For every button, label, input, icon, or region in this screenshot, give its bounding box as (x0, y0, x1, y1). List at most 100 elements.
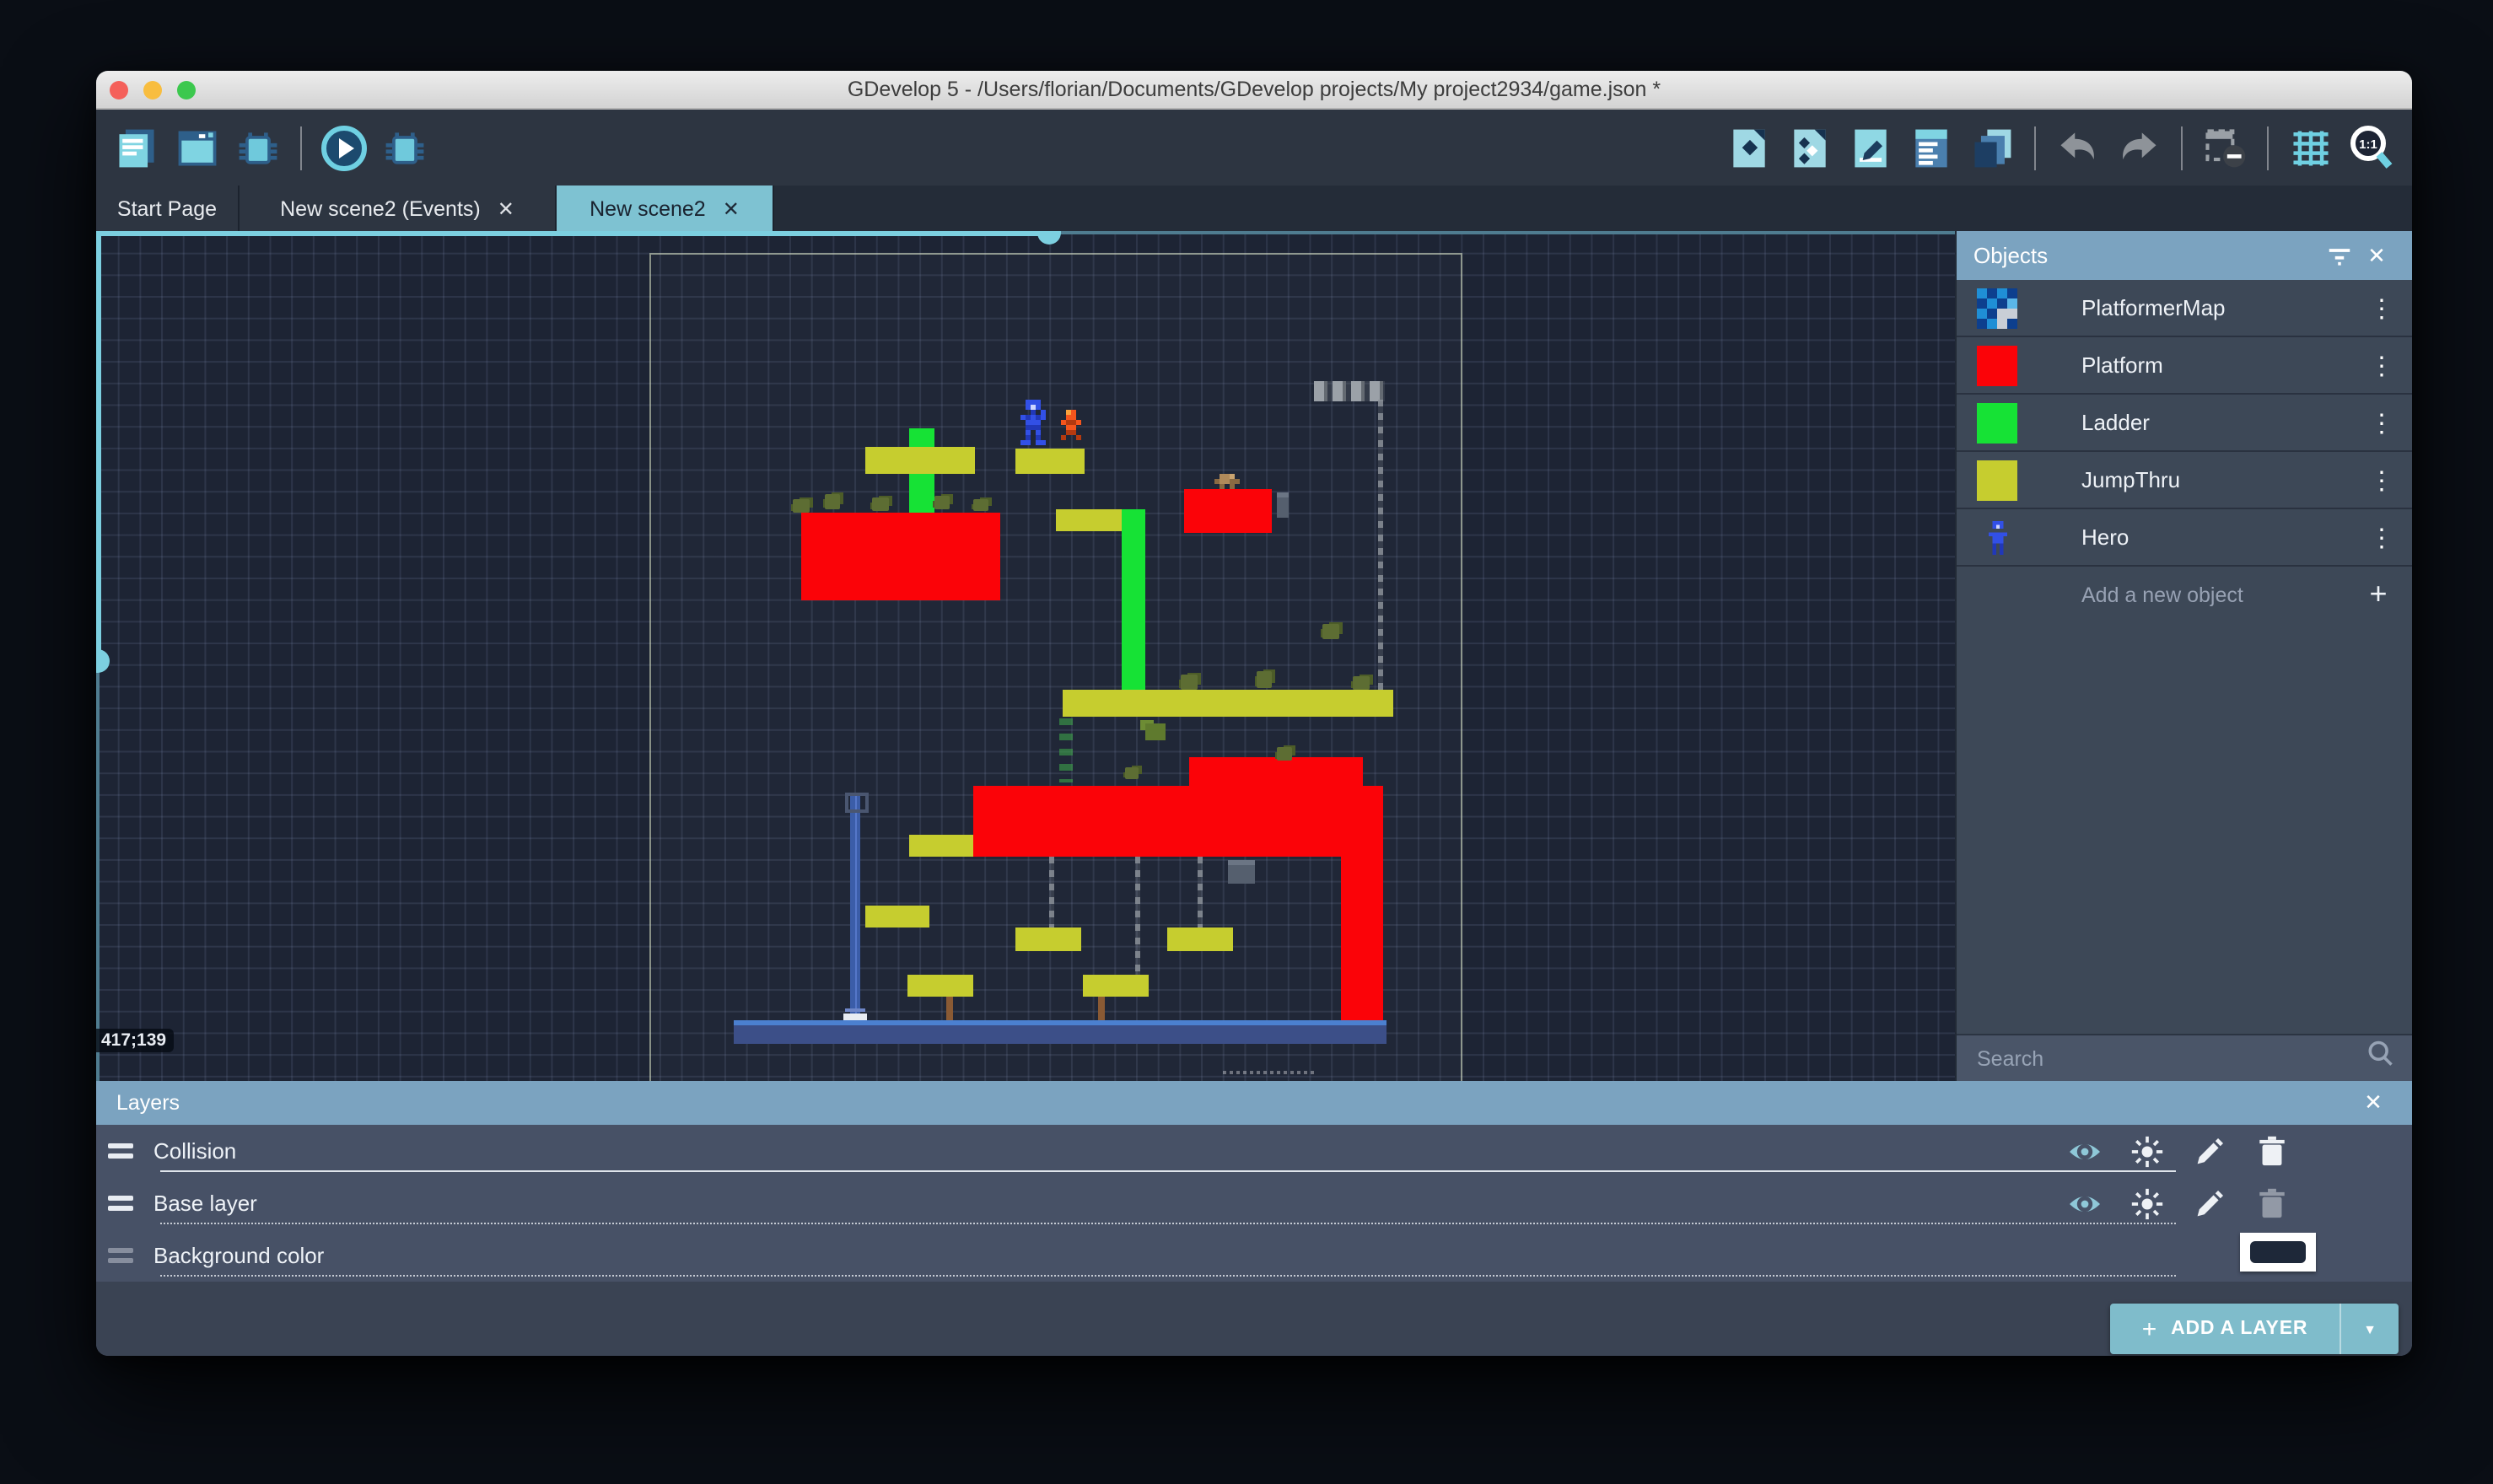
level-red[interactable] (1341, 857, 1383, 1020)
level-jt[interactable] (1083, 975, 1149, 997)
level-hero[interactable] (1020, 400, 1047, 445)
add-new-object-button[interactable]: Add a new object + (1957, 567, 2412, 622)
level-jt[interactable] (1015, 928, 1081, 951)
level-jt[interactable] (1063, 690, 1393, 717)
selection-resize-handle-top[interactable] (1037, 231, 1061, 245)
layer-row-background-color[interactable]: Background color (96, 1229, 2412, 1282)
level-grass[interactable] (872, 497, 889, 511)
background-color-swatch[interactable] (2240, 1233, 2316, 1272)
tab-start-page[interactable]: Start Page (96, 186, 240, 231)
level-graypx[interactable] (1228, 860, 1255, 884)
level-grass[interactable] (1353, 676, 1370, 690)
add-a-layer-button[interactable]: + ADD A LAYER ▼ (2110, 1304, 2399, 1354)
object-groups-icon[interactable] (1785, 122, 1835, 173)
level-post[interactable] (1098, 997, 1105, 1020)
level-grass[interactable] (973, 499, 988, 511)
level-jt[interactable] (1056, 509, 1122, 531)
effects-icon[interactable] (2129, 1185, 2166, 1222)
play-icon[interactable] (319, 122, 369, 173)
level-chainv[interactable] (1198, 857, 1203, 928)
scene-editor-icon[interactable] (172, 122, 223, 173)
level-chainv[interactable] (1135, 857, 1140, 975)
level-grass[interactable] (1257, 671, 1272, 688)
visibility-eye-icon[interactable] (2066, 1132, 2103, 1169)
level-red[interactable] (973, 786, 1383, 857)
close-icon[interactable]: ✕ (723, 198, 740, 218)
level-chainv[interactable] (1049, 857, 1054, 928)
scene-canvas[interactable]: 417;139 (96, 231, 1955, 1081)
kebab-menu-icon[interactable]: ⋮ (2365, 407, 2399, 438)
level-red[interactable] (1184, 489, 1272, 533)
level-grass[interactable] (825, 494, 840, 509)
level-red[interactable] (801, 513, 1000, 600)
level-chainv[interactable] (1378, 400, 1383, 690)
undo-icon[interactable] (2053, 122, 2103, 173)
toolbar-separator (2181, 126, 2183, 169)
level-grass[interactable] (1181, 675, 1198, 690)
debug-play-icon[interactable] (380, 122, 430, 173)
properties-icon[interactable] (1845, 122, 1896, 173)
edit-pencil-icon[interactable] (2191, 1132, 2228, 1169)
level-greentrail[interactable] (1059, 718, 1073, 782)
level-jt[interactable] (909, 835, 973, 857)
level-grass[interactable] (793, 499, 810, 513)
delete-trash-icon[interactable] (2253, 1132, 2291, 1169)
layer-row-collision[interactable]: Collision (96, 1125, 2412, 1177)
object-row-platformermap[interactable]: PlatformerMap ⋮ (1957, 280, 2412, 337)
grid-icon[interactable] (2286, 122, 2336, 173)
drag-handle-icon[interactable] (108, 1143, 133, 1159)
level-red[interactable] (1189, 757, 1363, 786)
level-jt[interactable] (1167, 928, 1233, 951)
level-ladder[interactable] (1122, 509, 1145, 691)
level-grass[interactable] (1277, 747, 1292, 761)
level-enemy[interactable] (1061, 410, 1083, 440)
close-icon[interactable]: ✕ (2358, 242, 2395, 269)
effects-icon[interactable] (2129, 1132, 2166, 1169)
add-object-icon[interactable] (1724, 122, 1774, 173)
level-chainh[interactable] (1314, 381, 1385, 401)
project-manager-icon[interactable] (111, 122, 162, 173)
close-icon[interactable]: ✕ (2355, 1089, 2392, 1116)
kebab-menu-icon[interactable]: ⋮ (2365, 522, 2399, 552)
kebab-menu-icon[interactable]: ⋮ (2365, 293, 2399, 323)
filter-icon[interactable] (2321, 244, 2358, 267)
zoom-1-1-icon[interactable]: 1:1 (2346, 122, 2397, 173)
tab-new-scene2-events[interactable]: New scene2 (Events) ✕ (240, 186, 557, 231)
level-jt[interactable] (865, 906, 929, 928)
redo-icon[interactable] (2113, 122, 2164, 173)
instances-list-icon[interactable] (1906, 122, 1957, 173)
level-floor[interactable] (734, 1020, 1386, 1044)
layer-name: Background color (153, 1243, 324, 1268)
level-jt[interactable] (907, 975, 973, 997)
tab-new-scene2[interactable]: New scene2 ✕ (557, 186, 774, 231)
mask-icon[interactable] (2200, 122, 2250, 173)
level-pole[interactable] (845, 796, 865, 1020)
drag-handle-icon[interactable] (108, 1196, 133, 1211)
edit-pencil-icon[interactable] (2191, 1185, 2228, 1222)
visibility-eye-icon[interactable] (2066, 1185, 2103, 1222)
kebab-menu-icon[interactable]: ⋮ (2365, 350, 2399, 380)
level-grass[interactable] (1125, 767, 1139, 779)
selection-resize-handle-left[interactable] (96, 649, 110, 673)
search-input[interactable] (1973, 1045, 2365, 1072)
close-icon[interactable]: ✕ (498, 198, 514, 218)
canvas-scrollbar[interactable] (1223, 1071, 1317, 1074)
level-grass[interactable] (934, 496, 950, 509)
object-row-platform[interactable]: Platform ⋮ (1957, 337, 2412, 395)
debugger-icon[interactable] (233, 122, 283, 173)
level-grass[interactable] (1322, 624, 1339, 639)
level-greenpx[interactable] (1145, 723, 1166, 740)
level-post[interactable] (946, 997, 953, 1020)
object-row-hero[interactable]: Hero ⋮ (1957, 509, 2412, 567)
object-row-ladder[interactable]: Ladder ⋮ (1957, 395, 2412, 452)
object-label: JumpThru (2081, 467, 2365, 492)
layers-icon[interactable] (1967, 122, 2017, 173)
level-jt[interactable] (1015, 449, 1085, 474)
level-graypx[interactable] (1277, 492, 1289, 518)
object-row-jumpthru[interactable]: JumpThru ⋮ (1957, 452, 2412, 509)
kebab-menu-icon[interactable]: ⋮ (2365, 465, 2399, 495)
chevron-down-icon[interactable]: ▼ (2341, 1304, 2399, 1354)
level-critter[interactable] (1214, 474, 1241, 491)
layer-row-base-layer[interactable]: Base layer (96, 1177, 2412, 1229)
level-jt[interactable] (865, 447, 975, 474)
